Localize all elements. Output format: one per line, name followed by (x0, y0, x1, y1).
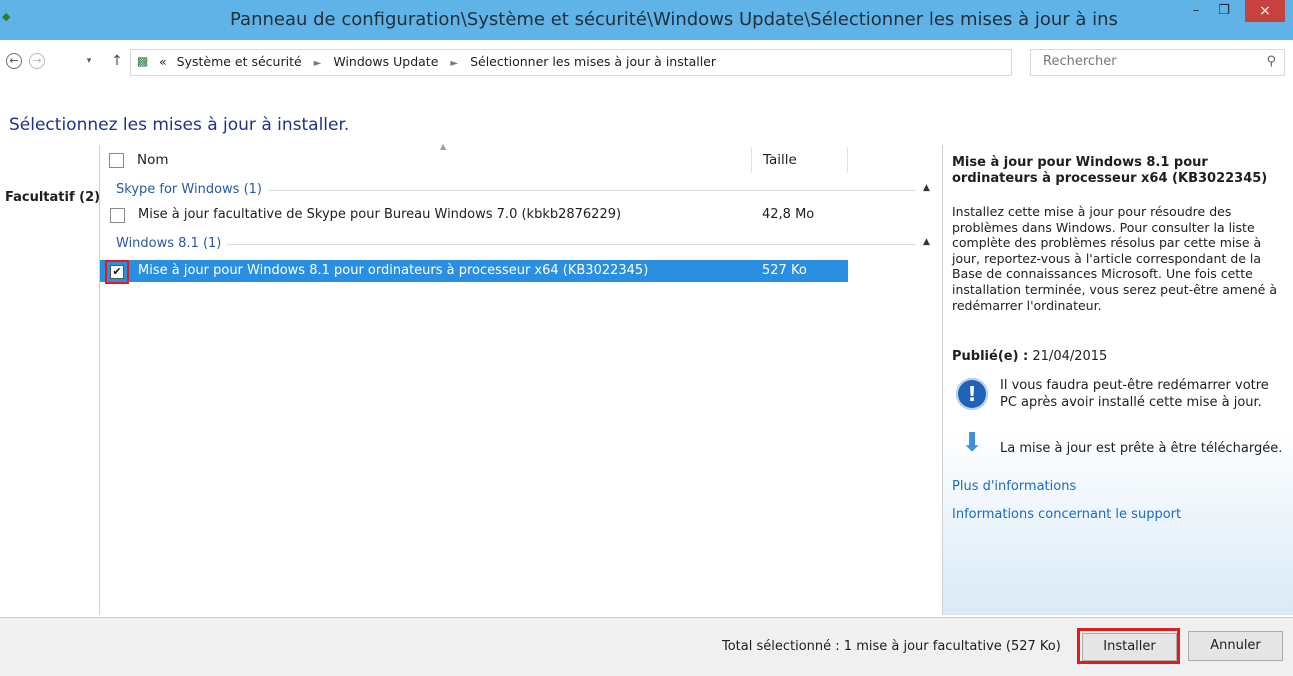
details-title: Mise à jour pour Windows 8.1 pour ordina… (952, 155, 1268, 186)
group-header-windows[interactable]: Windows 8.1 (1) ▲ (100, 233, 940, 255)
column-divider[interactable] (847, 147, 848, 173)
column-divider[interactable] (751, 147, 752, 173)
main-content: Facultatif (2) Nom ▲ Taille Skype for Wi… (0, 142, 1293, 617)
up-arrow-icon[interactable]: ↑ (108, 52, 126, 70)
address-bar[interactable]: ▩ « Système et sécurité ► Windows Update… (130, 49, 1125, 76)
category-pane: Facultatif (2) (0, 145, 100, 615)
maximize-button[interactable]: ❐ (1210, 0, 1238, 22)
search-input[interactable]: Rechercher ⚲ (1030, 49, 1285, 76)
install-button-highlight: Installer (1077, 628, 1180, 664)
title-bar: ◆ Panneau de configuration\Système et sé… (0, 0, 1293, 40)
details-description: Installez cette mise à jour pour résoudr… (952, 204, 1277, 313)
group-label: Skype for Windows (1) (116, 182, 268, 197)
list-item-selected[interactable]: ✔ Mise à jour pour Windows 8.1 pour ordi… (100, 260, 848, 284)
published-label: Publié(e) : (952, 349, 1029, 364)
search-icon[interactable]: ⚲ (1266, 54, 1276, 69)
breadcrumb-separator-icon[interactable]: ► (450, 58, 458, 69)
breadcrumb: « Système et sécurité ► Windows Update ►… (159, 54, 716, 69)
breadcrumb-item-windows-update[interactable]: Windows Update (333, 54, 438, 69)
column-header: Nom ▲ Taille (100, 142, 940, 175)
update-size: 527 Ko (762, 263, 807, 278)
details-published: Publié(e) : 21/04/2015 (952, 349, 1107, 364)
update-size: 42,8 Mo (762, 207, 815, 222)
update-checkbox-highlight[interactable]: ✔ (105, 260, 129, 284)
collapse-chevron-icon[interactable]: ▲ (923, 183, 930, 193)
sort-ascending-icon: ▲ (440, 142, 447, 151)
ready-note: La mise à jour est prête à être téléchar… (1000, 441, 1283, 456)
update-list: Nom ▲ Taille Skype for Windows (1) ▲ Mis… (100, 142, 940, 615)
details-pane: Mise à jour pour Windows 8.1 pour ordina… (942, 145, 1293, 615)
group-divider (116, 244, 916, 245)
window-title: Panneau de configuration\Système et sécu… (230, 9, 1118, 30)
install-button[interactable]: Installer (1082, 633, 1177, 661)
list-item[interactable]: Mise à jour facultative de Skype pour Bu… (100, 204, 848, 226)
back-arrow-icon[interactable]: ← (6, 53, 22, 69)
select-all-checkbox[interactable] (109, 153, 124, 168)
more-info-link[interactable]: Plus d'informations (952, 479, 1076, 494)
page-title: Sélectionnez les mises à jour à installe… (9, 115, 350, 135)
cancel-button[interactable]: Annuler (1188, 631, 1283, 661)
recent-locations-chevron-icon[interactable]: ▾ (80, 52, 98, 70)
collapse-chevron-icon[interactable]: ▲ (923, 237, 930, 247)
check-mark-icon[interactable]: ✔ (110, 265, 124, 279)
breadcrumb-item-select-updates[interactable]: Sélectionner les mises à jour à installe… (470, 54, 716, 69)
update-name: Mise à jour pour Windows 8.1 pour ordina… (138, 263, 649, 278)
control-panel-icon: ▩ (137, 54, 149, 68)
column-header-name[interactable]: Nom (137, 152, 169, 168)
update-checkbox[interactable] (110, 208, 125, 223)
download-arrow-icon: ⬇ (961, 428, 983, 458)
minimize-button[interactable]: – (1182, 0, 1210, 22)
search-placeholder: Rechercher (1043, 54, 1117, 69)
support-info-link[interactable]: Informations concernant le support (952, 507, 1181, 522)
restart-note: Il vous faudra peut-être redémarrer votr… (1000, 378, 1269, 410)
breadcrumb-overflow[interactable]: « (159, 54, 167, 69)
breadcrumb-separator-icon[interactable]: ► (314, 58, 322, 69)
column-header-size[interactable]: Taille (763, 152, 797, 168)
group-header-skype[interactable]: Skype for Windows (1) ▲ (100, 179, 940, 201)
breadcrumb-item-system-security[interactable]: Système et sécurité (177, 54, 302, 69)
forward-arrow-icon[interactable]: → (29, 53, 45, 69)
published-date: 21/04/2015 (1032, 349, 1108, 364)
footer-bar: Total sélectionné : 1 mise à jour facult… (0, 617, 1293, 676)
info-icon: ! (956, 378, 988, 410)
group-label: Windows 8.1 (1) (116, 236, 228, 251)
navigation-bar: ← → ▾ ↑ ▩ « Système et sécurité ► Window… (0, 40, 1293, 82)
close-button[interactable]: × (1245, 0, 1285, 22)
category-item-optional[interactable]: Facultatif (2) (5, 190, 100, 205)
selection-total: Total sélectionné : 1 mise à jour facult… (722, 639, 1061, 654)
control-panel-icon: ◆ (2, 10, 11, 23)
update-name: Mise à jour facultative de Skype pour Bu… (138, 207, 622, 222)
